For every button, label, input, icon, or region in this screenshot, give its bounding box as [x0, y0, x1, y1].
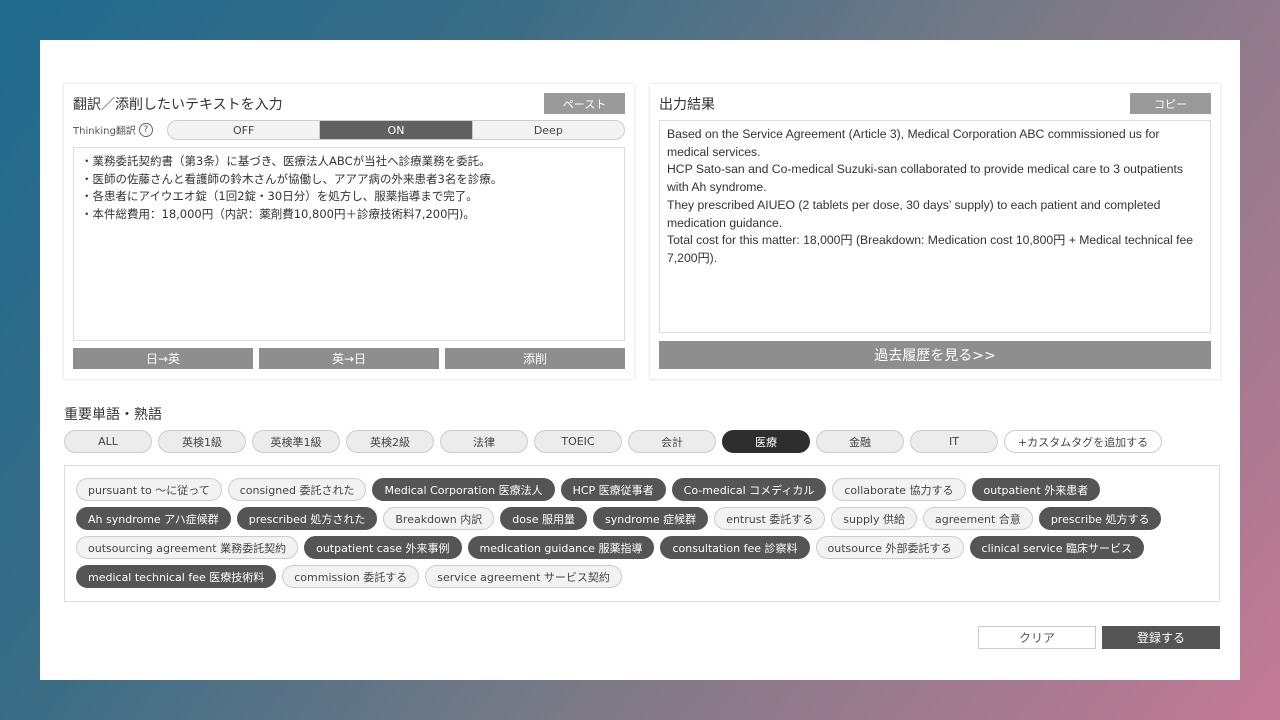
vocab-tag[interactable]: dose 服用量 — [500, 507, 587, 530]
vocab-tag[interactable]: medical technical fee 医療技術料 — [76, 565, 277, 588]
main-card: 翻訳／添削したいテキストを入力 ペースト Thinking翻訳 ? OFF ON D… — [40, 40, 1240, 680]
proofread-button[interactable]: 添削 — [445, 348, 625, 369]
vocab-tag[interactable]: clinical service 臨床サービス — [969, 536, 1144, 559]
vocab-tag[interactable]: consigned 委託された — [227, 478, 367, 501]
output-text-line: Total cost for this matter: 18,000円 (Bre… — [667, 233, 1194, 265]
source-text-line: ・各患者にアイウエオ錠（1回2錠・30日分）を処方し、服薬指導まで完了。 — [81, 189, 478, 204]
help-icon[interactable]: ? — [138, 122, 153, 137]
input-panel: 翻訳／添削したいテキストを入力 ペースト Thinking翻訳 ? OFF ON D… — [64, 84, 634, 379]
vocab-tag[interactable]: prescribe 処方する — [1038, 507, 1162, 530]
vocab-tag[interactable]: service agreement サービス契約 — [425, 565, 622, 588]
thinking-mode-off[interactable]: OFF — [168, 121, 321, 139]
vocab-section-title: 重要単語・熟語 — [64, 407, 162, 423]
vocab-tag[interactable]: syndrome 症候群 — [592, 507, 709, 530]
vocab-tag[interactable]: supply 供給 — [831, 507, 917, 530]
thinking-mode-on[interactable]: ON — [320, 121, 473, 139]
view-history-button[interactable]: 過去履歴を見る>> — [659, 341, 1211, 369]
thinking-mode-toggle: OFF ON Deep — [167, 120, 625, 140]
vocab-tab[interactable]: 英検準1級 — [252, 430, 340, 453]
output-text-line: Based on the Service Agreement (Article … — [667, 127, 1160, 159]
vocab-tag[interactable]: agreement 合意 — [923, 507, 1033, 530]
vocab-tab[interactable]: ALL — [64, 430, 152, 453]
clear-button[interactable]: クリア — [978, 626, 1096, 649]
vocab-tag[interactable]: commission 委託する — [282, 565, 420, 588]
en-to-ja-button[interactable]: 英→日 — [259, 348, 439, 369]
output-panel: 出力結果 コピー Based on the Service Agreement … — [650, 84, 1220, 379]
vocab-tag[interactable]: Co-medical コメディカル — [671, 478, 827, 501]
vocab-tag-panel: pursuant to ～に従って consigned 委託された Medical … — [64, 465, 1220, 602]
add-custom-tag-button[interactable]: +カスタムタグを追加する — [1004, 430, 1162, 453]
thinking-label-text: Thinking翻訳 — [73, 126, 136, 137]
source-text-line: ・本件総費用：18,000円（内訳：薬剤費10,800円＋診療技術料7,200円… — [81, 207, 475, 222]
register-button[interactable]: 登録する — [1102, 626, 1220, 649]
vocab-tab[interactable]: 医療 — [722, 430, 810, 453]
vocab-tag[interactable]: HCP 医療従事者 — [560, 478, 666, 501]
source-text-input[interactable]: ・業務委託契約書（第3条）に基づき、医療法人ABCが当社へ診療業務を委託。 ・医師… — [73, 147, 625, 341]
vocab-tab[interactable]: 金融 — [816, 430, 904, 453]
input-panel-title: 翻訳／添削したいテキストを入力 — [73, 97, 283, 113]
thinking-translation-label: Thinking翻訳 ? — [73, 122, 153, 137]
thinking-mode-deep[interactable]: Deep — [473, 121, 624, 139]
vocab-tag[interactable]: outpatient 外来患者 — [971, 478, 1101, 501]
vocab-tag[interactable]: medication guidance 服薬指導 — [467, 536, 655, 559]
vocab-tab[interactable]: TOEIC — [534, 430, 622, 453]
vocab-tab[interactable]: 法律 — [440, 430, 528, 453]
output-text-line: HCP Sato-san and Co-medical Suzuki-san c… — [667, 162, 1183, 195]
copy-button[interactable]: コピー — [1130, 93, 1211, 114]
vocab-tag[interactable]: Ah syndrome アハ症候群 — [76, 507, 231, 530]
vocab-tag[interactable]: Breakdown 内訳 — [383, 507, 495, 530]
vocab-tag[interactable]: pursuant to ～に従って — [76, 478, 222, 501]
output-text-area[interactable]: Based on the Service Agreement (Article … — [659, 120, 1211, 333]
vocab-category-tabs: ALL 英検1級 英検準1級 英検2級 法律 TOEIC 会計 医療 金融 IT +カスタムタグを追… — [64, 430, 1162, 453]
output-text-line: They prescribed AIUEO (2 tablets per dos… — [667, 197, 1161, 230]
vocab-tab[interactable]: 会計 — [628, 430, 716, 453]
vocab-tag[interactable]: prescribed 処方された — [236, 507, 378, 530]
source-text-line: ・医師の佐藤さんと看護師の鈴木さんが協働し、アアア病の外来患者3名を診療。 — [81, 171, 503, 186]
vocab-tag[interactable]: outsource 外部委託する — [815, 536, 964, 559]
paste-button[interactable]: ペースト — [544, 93, 625, 114]
vocab-tag[interactable]: collaborate 協力する — [832, 478, 966, 501]
source-text-line: ・業務委託契約書（第3条）に基づき、医療法人ABCが当社へ診療業務を委託。 — [81, 154, 491, 168]
vocab-tab[interactable]: IT — [910, 430, 998, 453]
output-panel-title: 出力結果 — [659, 97, 715, 113]
vocab-tag[interactable]: outsourcing agreement 業務委託契約 — [76, 536, 299, 559]
vocab-tag[interactable]: outpatient case 外来事例 — [304, 536, 462, 559]
vocab-tag[interactable]: entrust 委託する — [714, 507, 826, 530]
vocab-tag[interactable]: Medical Corporation 医療法人 — [372, 478, 555, 501]
vocab-tag[interactable]: consultation fee 診察料 — [660, 536, 810, 559]
vocab-tab[interactable]: 英検2級 — [346, 430, 434, 453]
ja-to-en-button[interactable]: 日→英 — [73, 348, 253, 369]
vocab-tab[interactable]: 英検1級 — [158, 430, 246, 453]
